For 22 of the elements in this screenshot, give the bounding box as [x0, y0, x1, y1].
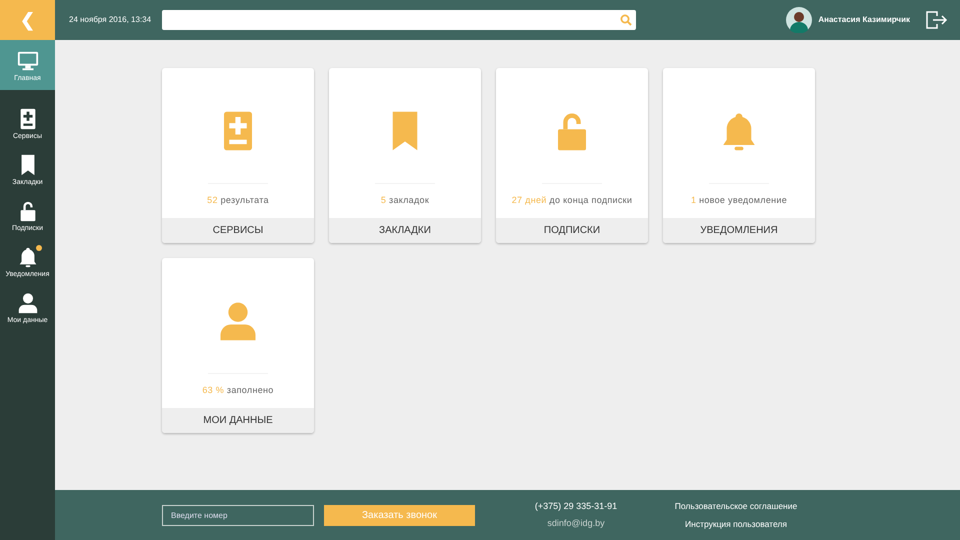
card-title[interactable]: СЕРВИСЫ [162, 218, 314, 243]
user-name: Анастасия Казимирчик [818, 14, 910, 26]
phone-number: (+375) 29 335-31-91 [534, 500, 618, 513]
card-info: 63 % заполнено [202, 384, 274, 396]
card-title[interactable]: ЗАКЛАДКИ [329, 218, 481, 243]
dashboard-card[interactable]: 1 новое уведомление УВЕДОМЛЕНИЯ [663, 68, 815, 243]
card-info: 52 результата [207, 194, 269, 207]
card-info: 5 закладок [380, 194, 430, 207]
dashboard-card[interactable]: 52 результата СЕРВИСЫ [162, 68, 314, 243]
dashboard-card[interactable]: 63 % заполнено МОИ ДАННЫЕ [162, 258, 314, 433]
dashboard-card[interactable]: 5 закладок ЗАКЛАДКИ [329, 68, 481, 243]
phone-input[interactable]: Введите номер [162, 504, 314, 526]
card-title[interactable]: ПОДПИСКИ [496, 218, 648, 243]
card-info: 27 дней до конца подписки [512, 194, 632, 207]
card-title[interactable]: МОИ ДАННЫЕ [162, 408, 314, 433]
date-time: 24 ноября 2016, 13:34 [69, 14, 152, 26]
footer-link[interactable]: Пользовательское соглашение [674, 500, 798, 512]
card-info: 1 новое уведомление [690, 194, 788, 207]
email: sdinfo@idg.by [547, 517, 605, 530]
footer-link[interactable]: Инструкция пользователя [685, 518, 787, 530]
dashboard-card[interactable]: 27 дней до конца подписки ПОДПИСКИ [496, 68, 648, 243]
card-title[interactable]: УВЕДОМЛЕНИЯ [663, 218, 815, 243]
